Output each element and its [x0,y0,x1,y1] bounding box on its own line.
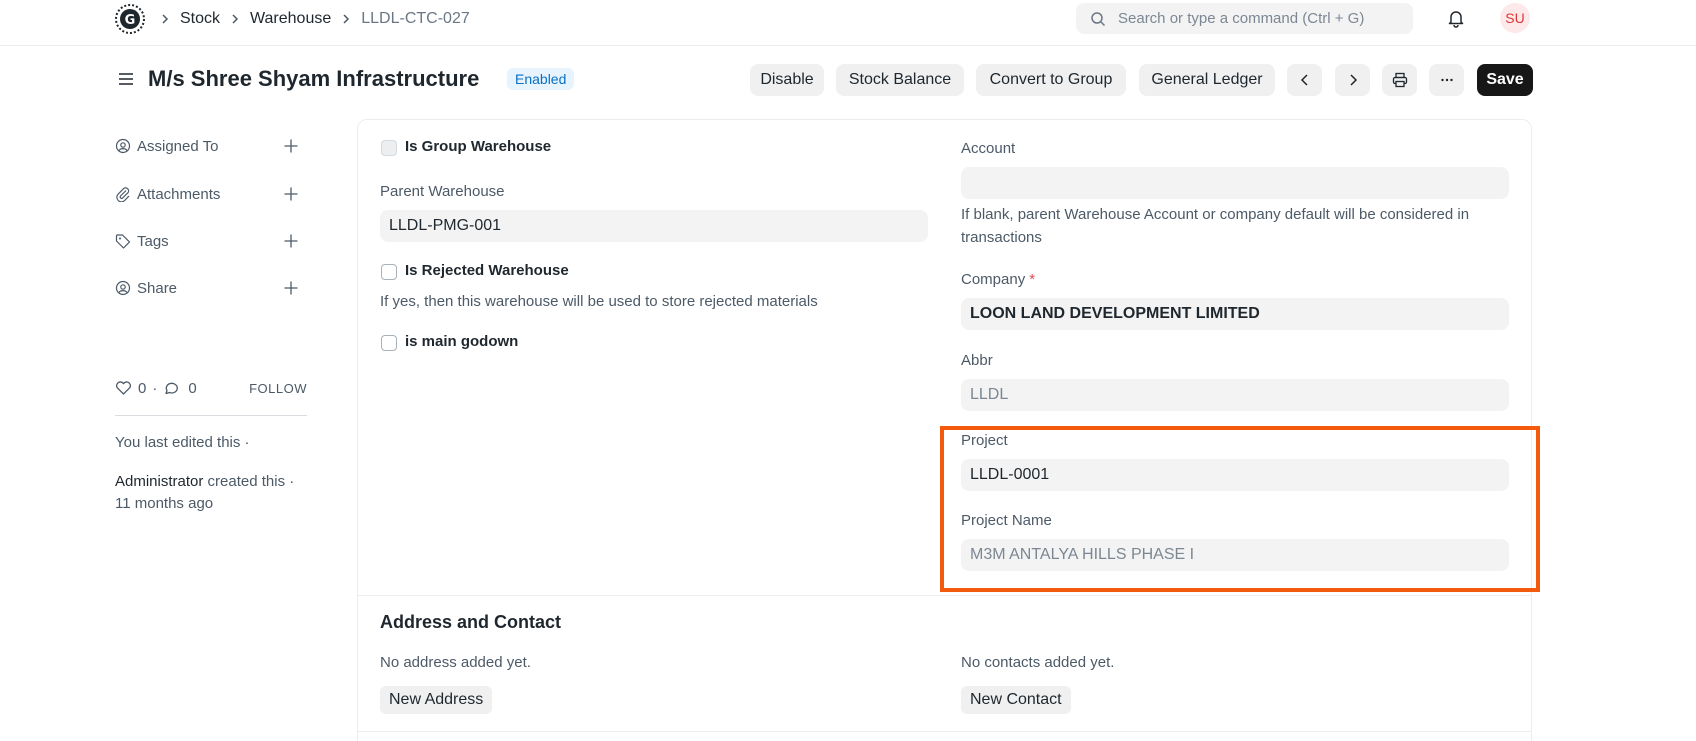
breadcrumb-current[interactable]: LLDL-CTC-027 [361,10,469,28]
plus-icon[interactable] [283,233,299,249]
convert-to-group-button[interactable]: Convert to Group [976,64,1126,96]
comment-count: 0 [188,379,197,397]
navbar: G Stock Warehouse LLDL-CTC-027 Search or… [0,0,1696,46]
required-indicator: * [1029,271,1036,288]
breadcrumb-warehouse[interactable]: Warehouse [250,10,331,28]
abbr-field: LLDL [961,379,1509,411]
section-divider [358,595,1531,596]
account-help-text: If blank, parent Warehouse Account or co… [961,206,1470,246]
comment-icon[interactable] [163,380,180,396]
tag-icon [115,234,131,249]
breadcrumb: Stock Warehouse LLDL-CTC-027 [160,8,470,30]
user-add-icon [115,138,131,154]
last-edited-text: You last edited this · [115,434,250,451]
heart-icon[interactable] [115,380,132,396]
address-contact-title[interactable]: Address and Contact [380,612,561,633]
created-info: Administrator created this · 11 months a… [115,471,315,515]
is-rejected-help-text: If yes, then this warehouse will be used… [380,293,818,310]
like-count: 0 [138,379,147,397]
sidebar-item-tags[interactable]: Tags [115,230,305,252]
sidebar-item-label: Tags [137,232,169,250]
disable-button[interactable]: Disable [750,64,824,96]
is-rejected-warehouse-checkbox[interactable] [381,264,397,280]
engagement-stats: 0 · 0 FOLLOW [115,378,307,398]
sidebar-item-attachments[interactable]: Attachments [115,183,305,205]
created-text: created this · [207,473,295,490]
chevron-right-icon [160,13,170,25]
more-actions-button[interactable] [1429,64,1464,96]
general-ledger-button[interactable]: General Ledger [1139,64,1275,96]
next-record-button[interactable] [1335,64,1370,96]
print-button[interactable] [1382,64,1417,96]
search-input[interactable]: Search or type a command (Ctrl + G) [1076,3,1413,34]
account-label: Account [961,140,1016,157]
sidebar-item-label: Assigned To [137,137,219,155]
search-icon [1091,11,1106,26]
section-divider [358,731,1531,732]
highlight-box [940,426,1540,592]
svg-text:G: G [125,13,136,28]
menu-toggle-icon[interactable] [118,71,134,87]
is-group-warehouse-label: Is Group Warehouse [405,138,552,155]
previous-record-button[interactable] [1287,64,1322,96]
sidebar-item-label: Share [137,279,178,297]
separator-dot: · [152,379,158,397]
sidebar-item-assigned-to[interactable]: Assigned To [115,135,305,157]
breadcrumb-stock[interactable]: Stock [180,10,220,28]
new-contact-button[interactable]: New Contact [961,686,1071,714]
save-button[interactable]: Save [1477,64,1533,96]
parent-warehouse-field[interactable]: LLDL-PMG-001 [380,210,928,242]
user-avatar[interactable]: SU [1500,3,1530,33]
creator-name[interactable]: Administrator [115,473,203,490]
more-horizontal-icon [1440,78,1453,82]
sidebar-divider [115,415,307,416]
plus-icon[interactable] [283,186,299,202]
company-label: Company * [961,271,1035,288]
status-badge: Enabled [507,68,575,90]
abbr-label: Abbr [961,352,993,369]
plus-icon[interactable] [283,138,299,154]
chevron-right-icon [341,13,351,25]
share-user-icon [115,280,131,296]
is-rejected-warehouse-label: Is Rejected Warehouse [405,262,569,279]
follow-button[interactable]: FOLLOW [249,381,307,396]
search-placeholder: Search or type a command (Ctrl + G) [1118,10,1365,27]
no-contacts-text: No contacts added yet. [961,654,1115,671]
account-field[interactable] [961,167,1509,199]
chevron-left-icon [1300,74,1308,86]
app-logo-icon[interactable]: G [114,3,146,35]
sidebar-item-label: Attachments [137,185,221,203]
paperclip-icon [116,187,130,202]
is-main-godown-label: is main godown [405,333,519,350]
sidebar-item-share[interactable]: Share [115,277,305,299]
printer-icon [1392,72,1407,88]
new-address-button[interactable]: New Address [380,686,493,714]
plus-icon[interactable] [283,280,299,296]
page-title: M/s Shree Shyam Infrastructure [148,66,480,91]
chevron-right-icon [230,13,240,25]
stock-balance-button[interactable]: Stock Balance [836,64,964,96]
notification-bell-icon[interactable] [1446,8,1466,28]
company-label-text: Company [961,271,1026,288]
company-field[interactable]: LOON LAND DEVELOPMENT LIMITED [961,298,1509,330]
created-ago: 11 months ago [115,495,214,512]
no-address-text: No address added yet. [380,654,531,671]
is-group-warehouse-checkbox[interactable] [381,140,397,156]
is-main-godown-checkbox[interactable] [381,335,397,351]
parent-warehouse-label: Parent Warehouse [380,183,505,200]
chevron-right-icon [1349,74,1357,86]
